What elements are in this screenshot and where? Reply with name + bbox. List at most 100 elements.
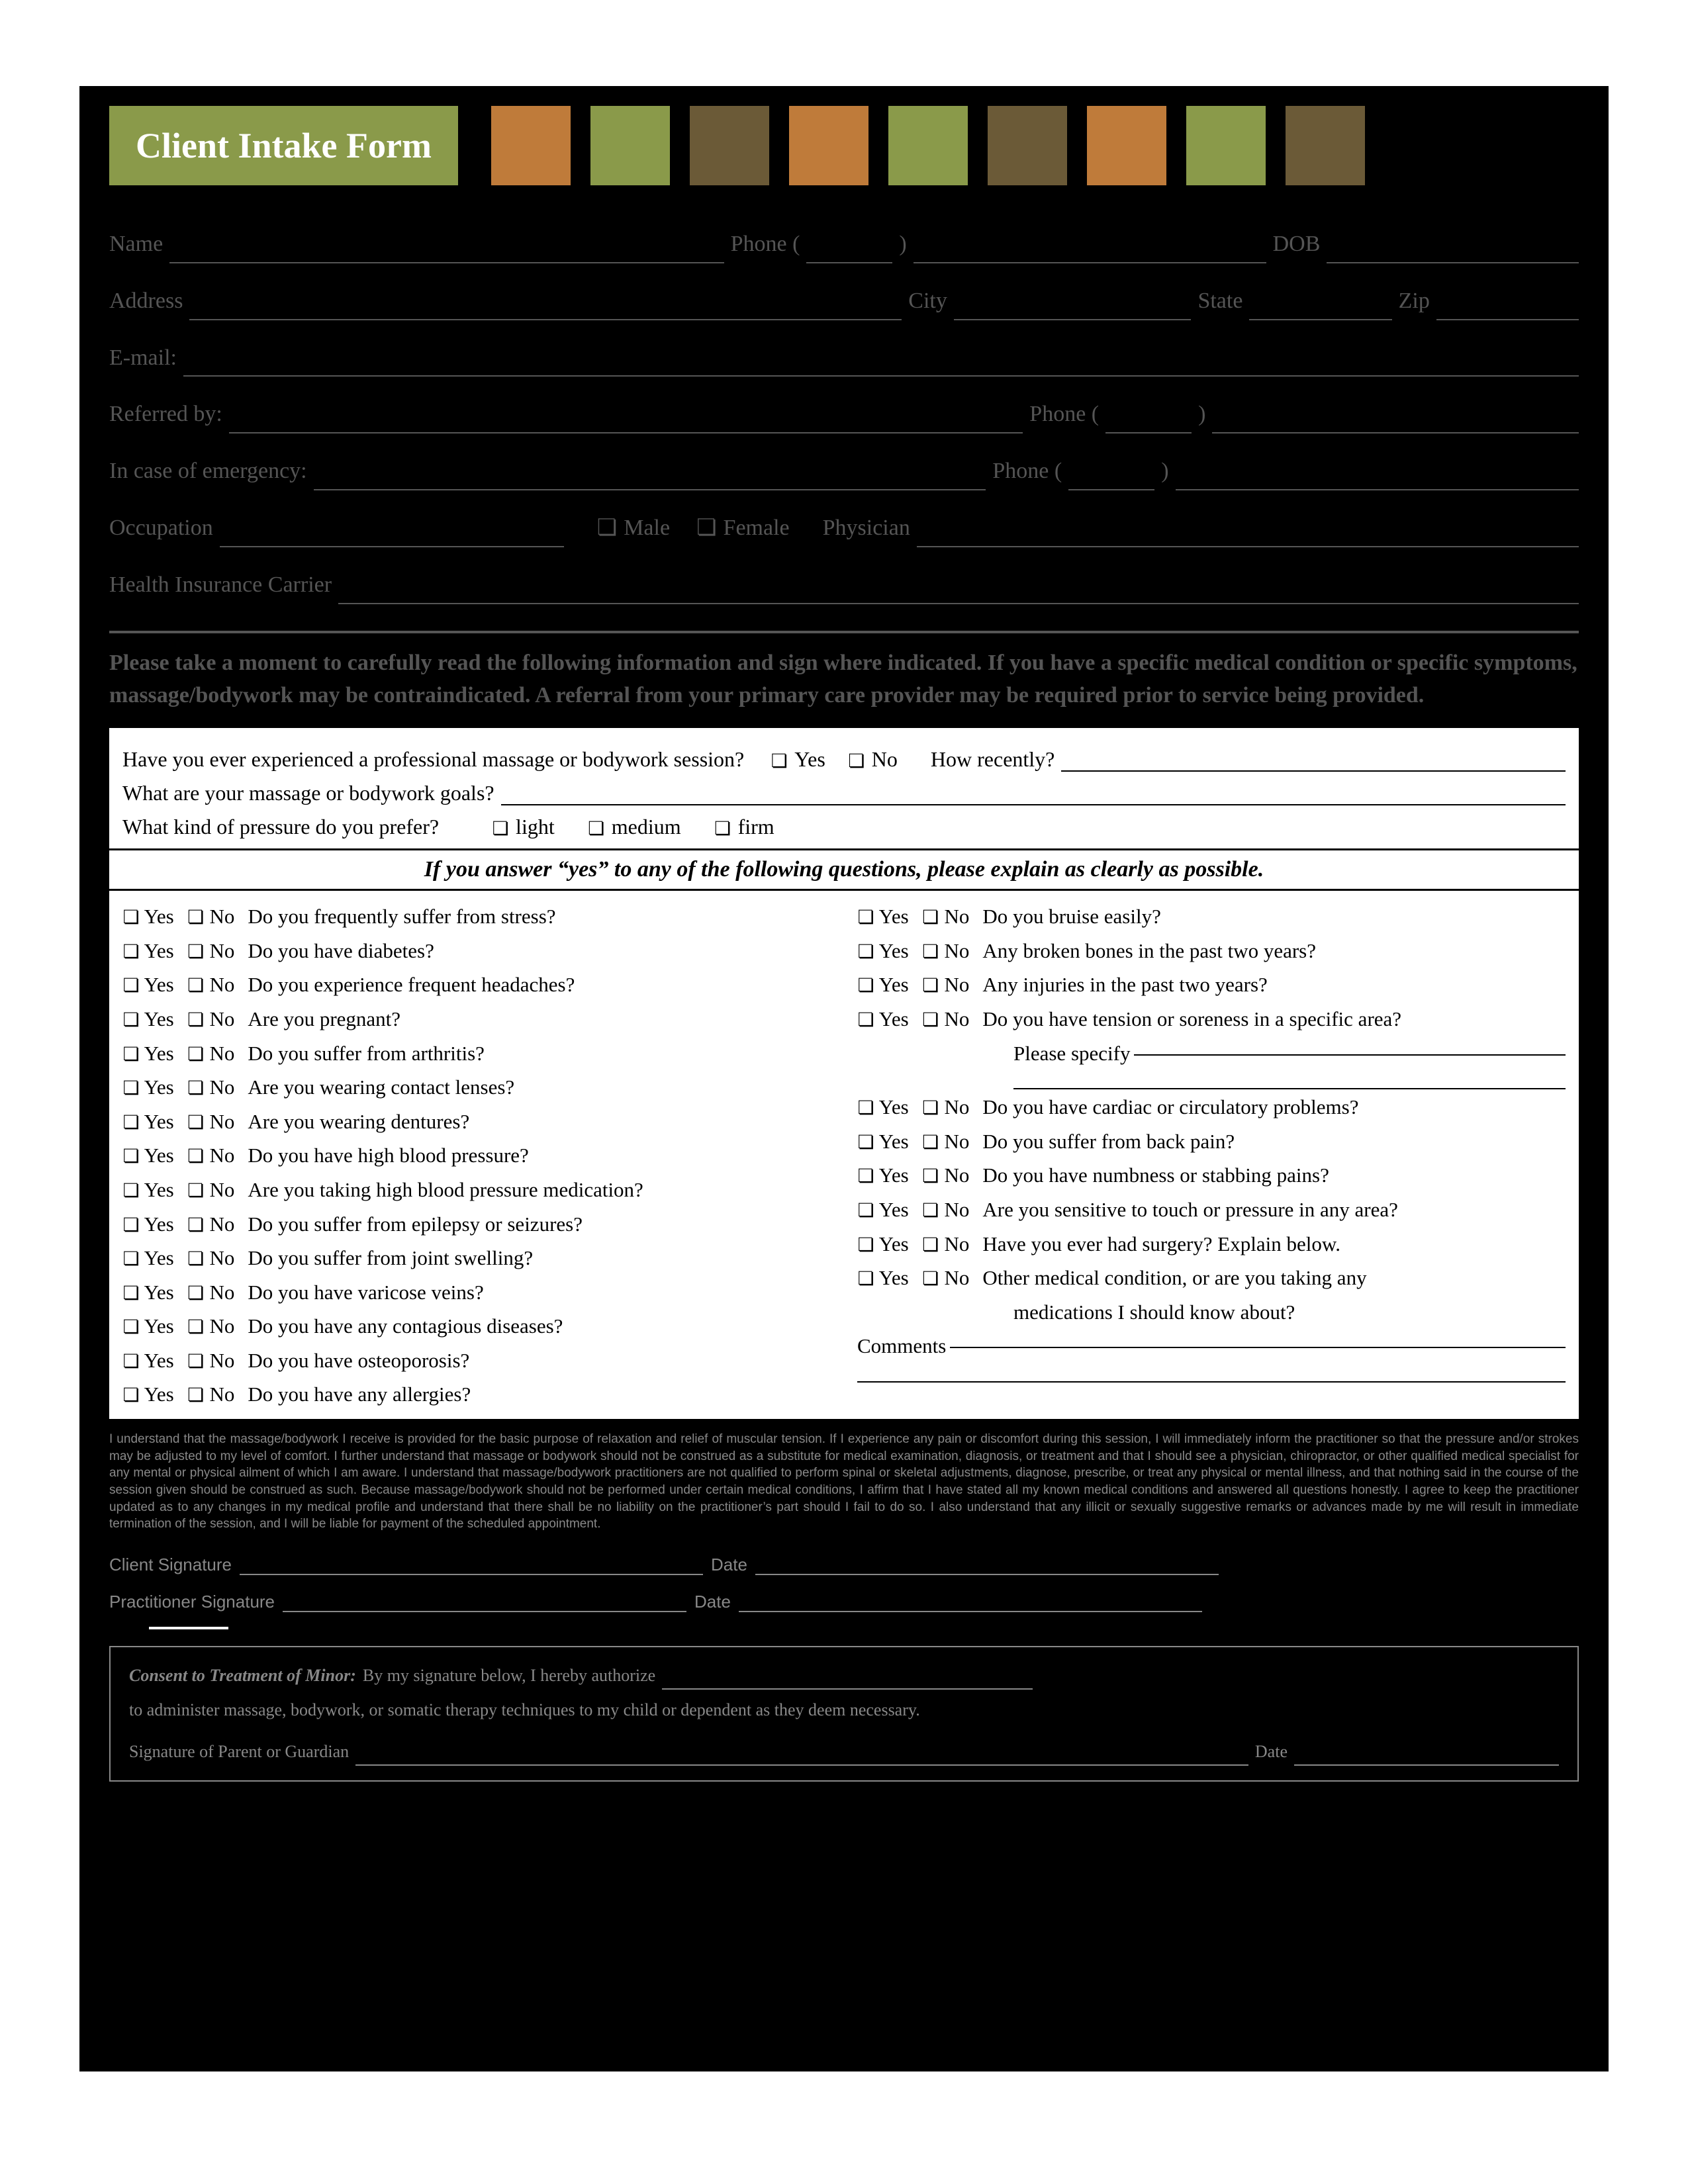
- no-checkbox[interactable]: ❏: [187, 1005, 205, 1035]
- physician-input[interactable]: [917, 525, 1579, 547]
- recently-label: How recently?: [931, 747, 1055, 772]
- no-checkbox[interactable]: ❏: [922, 971, 939, 1001]
- recently-input[interactable]: [1061, 749, 1566, 772]
- no-checkbox[interactable]: ❏: [922, 1093, 939, 1123]
- city-input[interactable]: [954, 298, 1192, 320]
- yes-checkbox[interactable]: ❏: [122, 1312, 140, 1342]
- specify-input-2[interactable]: [1013, 1071, 1566, 1089]
- emergency-input[interactable]: [314, 468, 986, 490]
- right-question-row: ❏ Yes❏ NoAny broken bones in the past tw…: [857, 934, 1566, 968]
- yes-checkbox[interactable]: ❏: [122, 1005, 140, 1035]
- occupation-input[interactable]: [220, 525, 564, 547]
- yes-checkbox[interactable]: ❏: [857, 903, 874, 933]
- no-checkbox[interactable]: ❏: [922, 1230, 939, 1260]
- no-checkbox[interactable]: ❏: [187, 1176, 205, 1206]
- no-checkbox[interactable]: ❏: [922, 1196, 939, 1226]
- phone-input[interactable]: [914, 241, 1266, 263]
- no-checkbox[interactable]: ❏: [922, 937, 939, 967]
- yes-checkbox[interactable]: ❏: [857, 1196, 874, 1226]
- referred-input[interactable]: [229, 411, 1023, 433]
- yes-checkbox[interactable]: ❏: [122, 1176, 140, 1206]
- no-checkbox[interactable]: ❏: [922, 1128, 939, 1158]
- referred-label: Referred by:: [109, 395, 222, 433]
- no-checkbox[interactable]: ❏: [187, 1244, 205, 1274]
- male-checkbox[interactable]: ❏: [597, 509, 617, 547]
- comments-input[interactable]: [950, 1330, 1566, 1348]
- yes-checkbox[interactable]: ❏: [122, 1381, 140, 1410]
- no-checkbox[interactable]: ❏: [187, 1073, 205, 1103]
- yes-checkbox[interactable]: ❏: [122, 971, 140, 1001]
- yes-checkbox[interactable]: ❏: [122, 937, 140, 967]
- yes-checkbox[interactable]: ❏: [122, 903, 140, 933]
- no-checkbox[interactable]: ❏: [187, 1312, 205, 1342]
- ref-phone-input[interactable]: [1212, 411, 1579, 433]
- yes-checkbox[interactable]: ❏: [122, 1040, 140, 1069]
- pressure-light-checkbox[interactable]: ❏: [492, 817, 509, 839]
- yes-checkbox[interactable]: ❏: [857, 1161, 874, 1191]
- no-checkbox[interactable]: ❏: [922, 1005, 939, 1035]
- phone-area-input[interactable]: [806, 241, 892, 263]
- client-signature-input[interactable]: [240, 1553, 703, 1575]
- no-checkbox[interactable]: ❏: [187, 903, 205, 933]
- yes-checkbox[interactable]: ❏: [857, 1264, 874, 1294]
- client-date-input[interactable]: [755, 1553, 1219, 1575]
- experience-no-checkbox[interactable]: ❏: [848, 750, 865, 772]
- experience-yes-checkbox[interactable]: ❏: [771, 750, 788, 772]
- no-checkbox[interactable]: ❏: [187, 1279, 205, 1308]
- female-checkbox[interactable]: ❏: [696, 509, 716, 547]
- yes-checkbox[interactable]: ❏: [122, 1279, 140, 1308]
- practitioner-date-input[interactable]: [739, 1590, 1202, 1612]
- specify-input[interactable]: [1134, 1037, 1566, 1056]
- email-input[interactable]: [183, 354, 1579, 377]
- yes-checkbox[interactable]: ❏: [857, 1230, 874, 1260]
- goals-input[interactable]: [501, 783, 1566, 805]
- yes-checkbox[interactable]: ❏: [857, 937, 874, 967]
- name-input[interactable]: [169, 241, 724, 263]
- yes-checkbox[interactable]: ❏: [122, 1210, 140, 1240]
- yes-checkbox[interactable]: ❏: [857, 971, 874, 1001]
- no-checkbox[interactable]: ❏: [187, 937, 205, 967]
- yes-checkbox[interactable]: ❏: [857, 1093, 874, 1123]
- left-question-row: ❏ Yes❏ NoDo you suffer from epilepsy or …: [122, 1208, 831, 1241]
- guardian-signature-input[interactable]: [355, 1743, 1248, 1766]
- dob-input[interactable]: [1327, 241, 1579, 263]
- yes-checkbox[interactable]: ❏: [857, 1005, 874, 1035]
- header-square-3: [789, 106, 868, 185]
- guardian-date-input[interactable]: [1294, 1743, 1559, 1766]
- name-label: Name: [109, 225, 163, 263]
- left-question-row: ❏ Yes❏ NoDo you suffer from joint swelli…: [122, 1242, 831, 1275]
- no-checkbox[interactable]: ❏: [922, 1264, 939, 1294]
- yes-checkbox[interactable]: ❏: [857, 1128, 874, 1158]
- emerg-phone-input[interactable]: [1176, 468, 1579, 490]
- yes-checkbox[interactable]: ❏: [122, 1108, 140, 1138]
- header-band: Client Intake Form: [109, 106, 1579, 185]
- ref-phone-area-input[interactable]: [1105, 411, 1192, 433]
- no-checkbox[interactable]: ❏: [187, 1347, 205, 1377]
- comments-input-2[interactable]: [857, 1364, 1566, 1383]
- practitioner-signature-input[interactable]: [283, 1590, 686, 1612]
- no-checkbox[interactable]: ❏: [187, 1142, 205, 1171]
- no-checkbox[interactable]: ❏: [922, 903, 939, 933]
- yes-checkbox[interactable]: ❏: [122, 1073, 140, 1103]
- yes-checkbox[interactable]: ❏: [122, 1347, 140, 1377]
- no-checkbox[interactable]: ❏: [922, 1161, 939, 1191]
- emerg-phone-area-input[interactable]: [1068, 468, 1154, 490]
- insurance-label: Health Insurance Carrier: [109, 566, 332, 604]
- no-checkbox[interactable]: ❏: [187, 1040, 205, 1069]
- other-condition-cont: medications I should know about?: [1013, 1296, 1566, 1329]
- no-checkbox[interactable]: ❏: [187, 1108, 205, 1138]
- minor-authorize-input[interactable]: [662, 1667, 1033, 1690]
- no-checkbox[interactable]: ❏: [187, 971, 205, 1001]
- comments-row: Comments: [857, 1330, 1566, 1363]
- address-input[interactable]: [189, 298, 902, 320]
- no-checkbox[interactable]: ❏: [187, 1381, 205, 1410]
- pressure-firm-checkbox[interactable]: ❏: [714, 817, 731, 839]
- yes-checkbox[interactable]: ❏: [122, 1142, 140, 1171]
- pressure-medium-checkbox[interactable]: ❏: [588, 817, 605, 839]
- yes-checkbox[interactable]: ❏: [122, 1244, 140, 1274]
- zip-input[interactable]: [1436, 298, 1579, 320]
- explain-instruction-band: If you answer “yes” to any of the follow…: [109, 848, 1579, 891]
- no-checkbox[interactable]: ❏: [187, 1210, 205, 1240]
- insurance-input[interactable]: [338, 582, 1579, 604]
- state-input[interactable]: [1249, 298, 1391, 320]
